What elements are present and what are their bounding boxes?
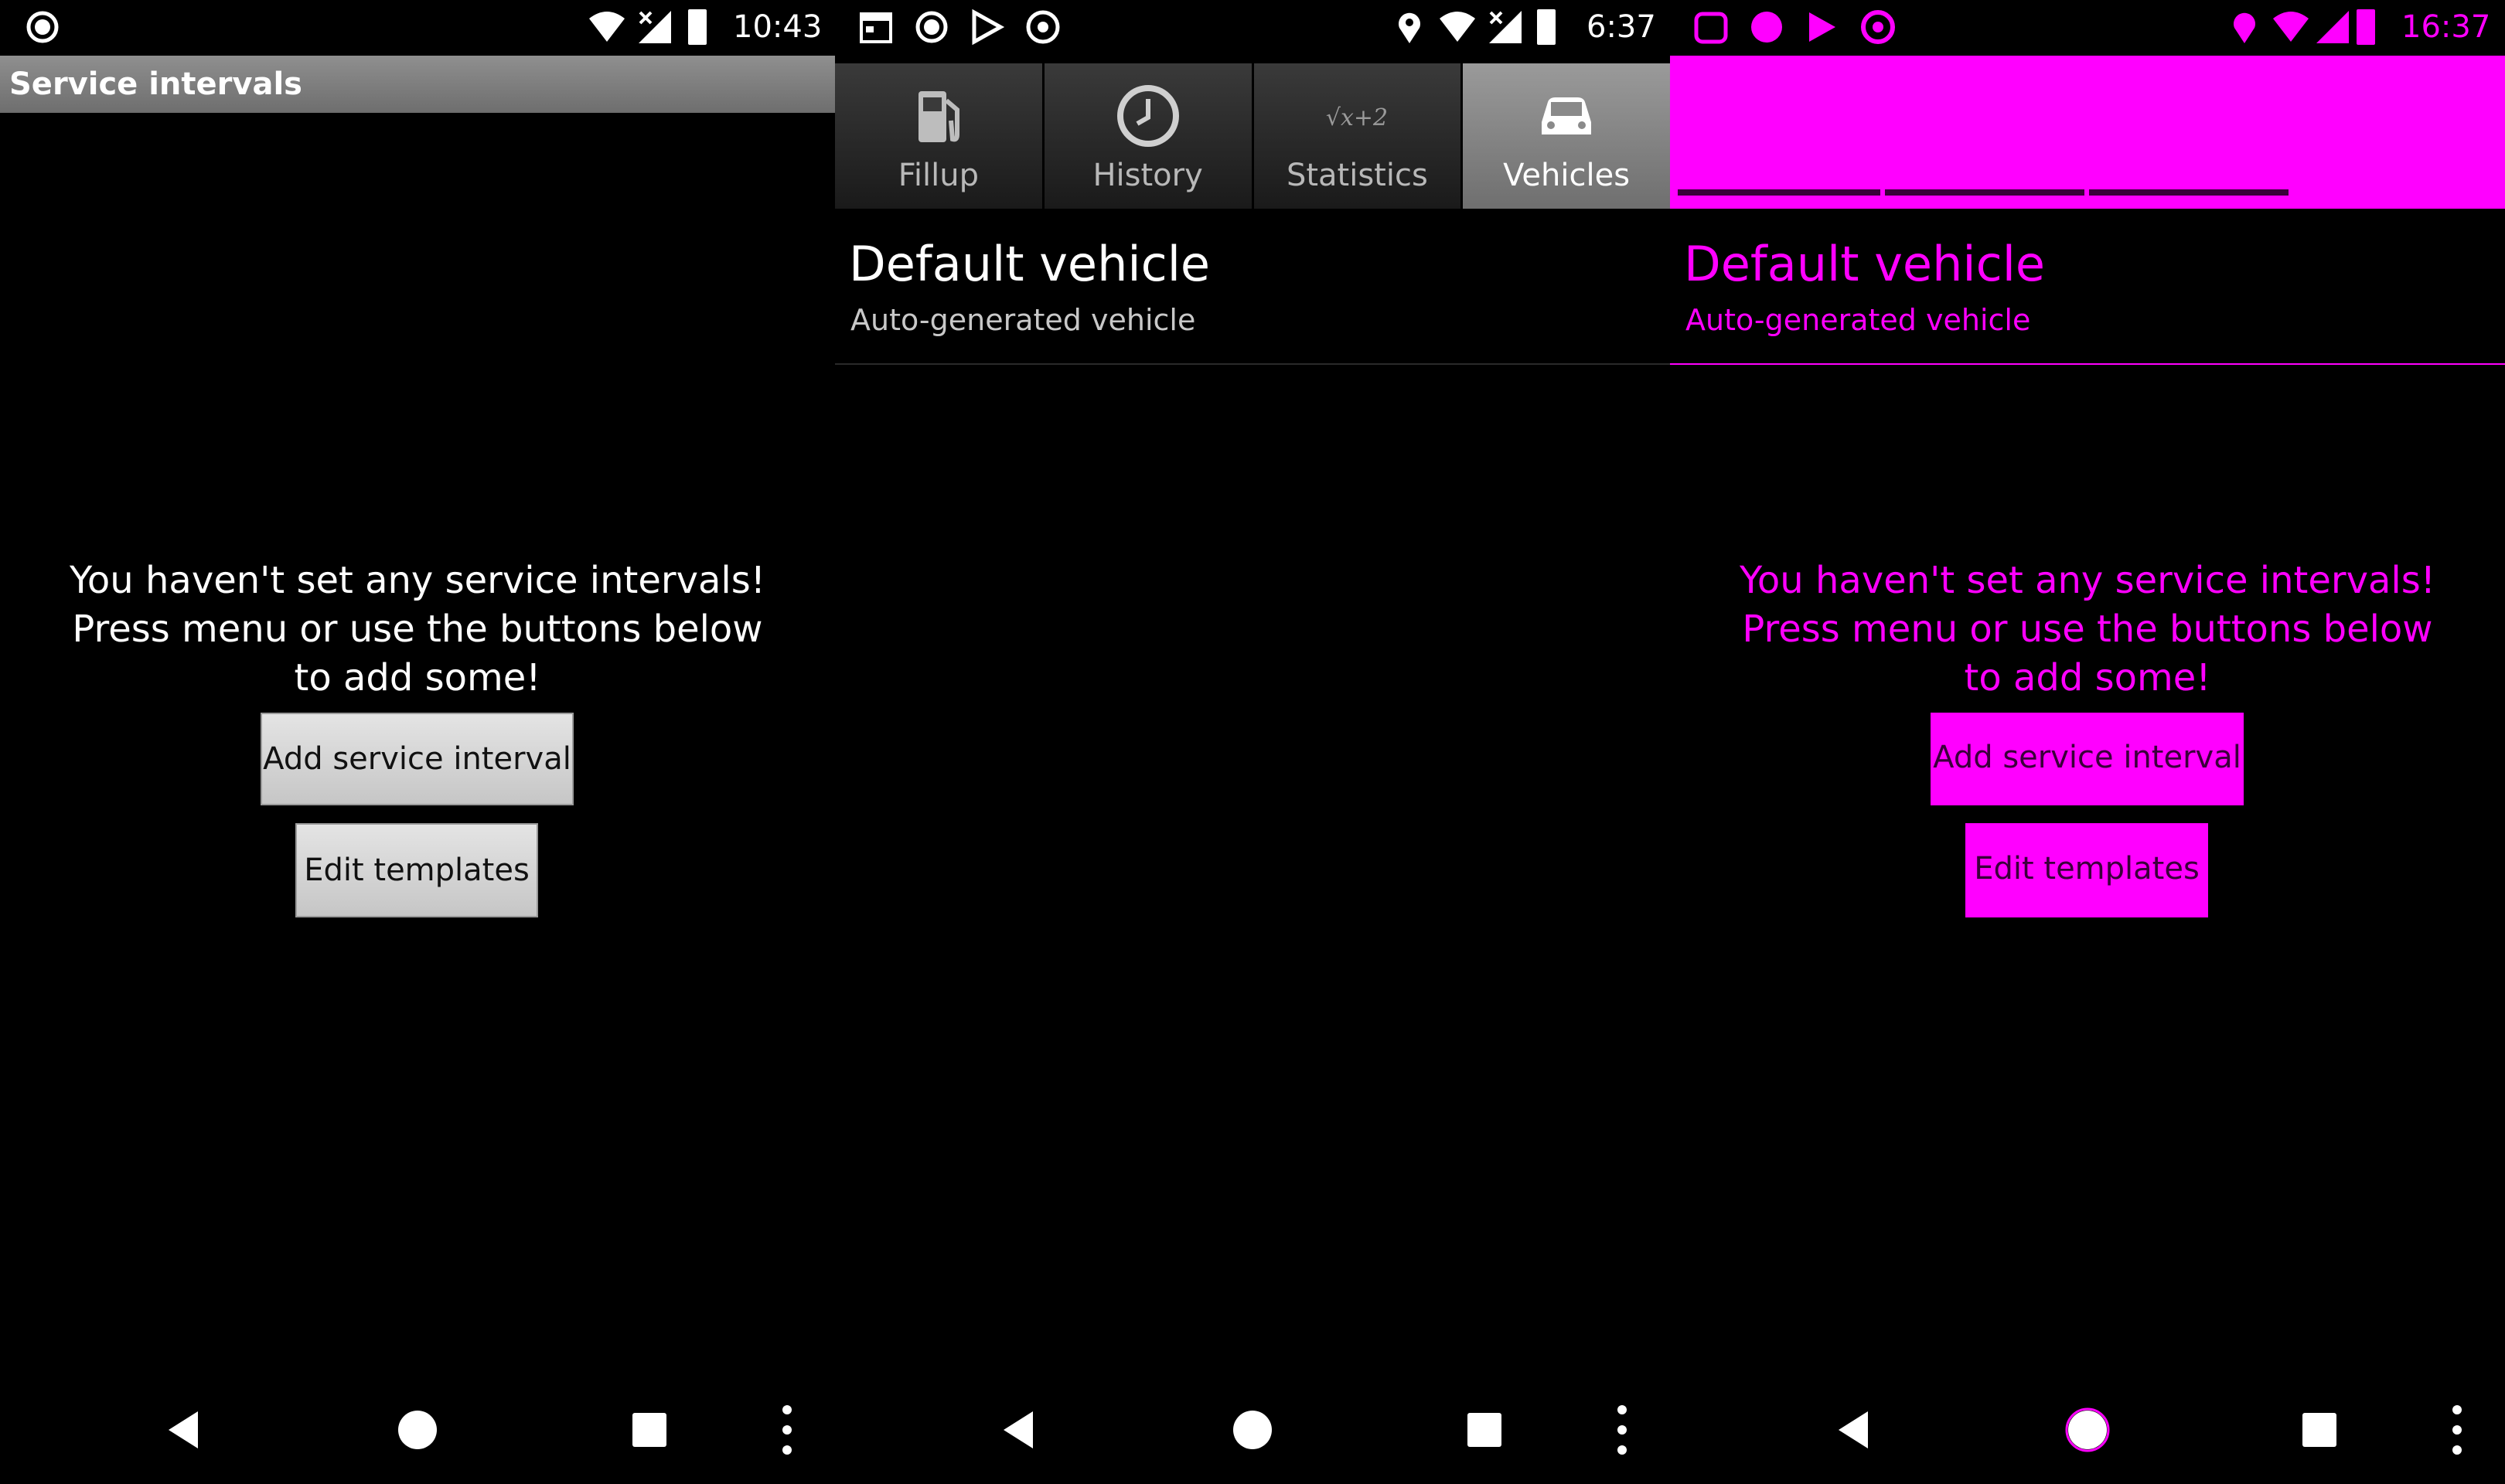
tab-bar-highlight [1670, 56, 2505, 209]
vehicle-description: Auto-generated vehicle [1685, 303, 2031, 337]
page-title: Service intervals [0, 56, 835, 113]
wifi-icon [2272, 8, 2310, 46]
status-time: 16:37 [2401, 9, 2491, 45]
status-bar: 10:43 [0, 0, 835, 54]
vehicles-screen: 6:37 Fillup History √x+2 Statistics Vehi… [835, 0, 1670, 1484]
vehicle-name: Default vehicle [1684, 236, 2046, 292]
status-time: 10:43 [733, 9, 823, 45]
empty-state-message: You haven't set any service intervals! P… [31, 556, 804, 703]
tab-divider [1678, 189, 1880, 196]
recents-icon[interactable] [619, 1399, 680, 1461]
location-icon [2225, 8, 2264, 46]
add-service-interval-button[interactable]: Add service interval [1931, 713, 2244, 805]
status-bar: 6:37 [835, 0, 1670, 54]
fuel-pump-icon [900, 77, 977, 155]
overflow-menu-icon[interactable] [2426, 1399, 2488, 1461]
wifi-icon [588, 8, 626, 46]
empty-message-line: to add some! [1964, 656, 2211, 699]
vehicle-description: Auto-generated vehicle [850, 303, 1196, 337]
vehicle-list-item[interactable]: Default vehicle Auto-generated vehicle [835, 216, 1670, 365]
chrome-icon [1024, 8, 1062, 46]
empty-message-line: Press menu or use the buttons below [72, 608, 763, 651]
battery-icon [1531, 8, 1562, 46]
status-time: 6:37 [1586, 9, 1656, 45]
empty-message-line: You haven't set any service intervals! [69, 559, 766, 602]
wifi-icon [1438, 8, 1477, 46]
tab-label: History [1092, 158, 1203, 193]
battery-icon [2350, 8, 2381, 46]
empty-message-line: to add some! [294, 656, 541, 699]
recents-icon[interactable] [1454, 1399, 1515, 1461]
highlighted-diff-screen: 16:37 Default vehicle Auto-generated veh… [1670, 0, 2505, 1484]
add-service-interval-button[interactable]: Add service interval [261, 713, 574, 805]
empty-message-line: Press menu or use the buttons below [1742, 608, 2433, 651]
home-icon[interactable] [2057, 1399, 2118, 1461]
tab-divider [2089, 189, 2289, 196]
record-indicator-icon [23, 8, 62, 46]
tab-fillup[interactable]: Fillup [835, 63, 1045, 209]
overflow-menu-icon[interactable] [756, 1399, 818, 1461]
tab-label: Fillup [898, 158, 979, 193]
home-icon[interactable] [1222, 1399, 1283, 1461]
play-store-icon [968, 8, 1007, 46]
formula-icon-text: √x+2 [1326, 104, 1388, 131]
formula-icon: √x+2 [1318, 77, 1396, 155]
car-icon [1528, 77, 1605, 155]
recents-icon[interactable] [2289, 1399, 2350, 1461]
tab-statistics[interactable]: √x+2 Statistics [1253, 63, 1464, 209]
chrome-icon [1859, 8, 1897, 46]
back-icon[interactable] [153, 1399, 215, 1461]
vehicle-list-item[interactable]: Default vehicle Auto-generated vehicle [1670, 216, 2505, 365]
tab-label: Vehicles [1503, 158, 1631, 193]
overflow-menu-icon[interactable] [1591, 1399, 1653, 1461]
navigation-bar [0, 1376, 835, 1484]
battery-icon [682, 8, 713, 46]
navigation-bar [835, 1376, 1670, 1484]
location-icon [1390, 8, 1429, 46]
record-indicator-icon [1747, 8, 1786, 46]
status-bar: 16:37 [1670, 0, 2505, 54]
empty-message-line: You haven't set any service intervals! [1739, 559, 2436, 602]
back-icon[interactable] [988, 1399, 1050, 1461]
tab-bar: Fillup History √x+2 Statistics Vehicles [835, 63, 1670, 209]
tab-label: Statistics [1286, 158, 1428, 193]
vehicle-name: Default vehicle [849, 236, 1211, 292]
cell-signal-off-icon [1486, 8, 1525, 46]
back-icon[interactable] [1823, 1399, 1885, 1461]
navigation-bar [1670, 1376, 2505, 1484]
tab-divider [1885, 189, 2084, 196]
edit-templates-button[interactable]: Edit templates [295, 823, 538, 917]
empty-state-message: You haven't set any service intervals! P… [1701, 556, 2474, 703]
clock-icon [1109, 77, 1187, 155]
cell-signal-off-icon [636, 8, 674, 46]
calendar-notification-icon [857, 8, 895, 46]
service-intervals-screen: 10:43 Service intervals You haven't set … [0, 0, 835, 1484]
tab-history[interactable]: History [1044, 63, 1254, 209]
record-indicator-icon [912, 8, 951, 46]
edit-templates-button[interactable]: Edit templates [1965, 823, 2208, 917]
play-store-icon [1803, 8, 1842, 46]
home-icon[interactable] [387, 1399, 448, 1461]
cell-signal-off-icon [2313, 8, 2352, 46]
tab-vehicles[interactable]: Vehicles [1463, 63, 1670, 209]
calendar-notification-icon [1692, 8, 1730, 46]
